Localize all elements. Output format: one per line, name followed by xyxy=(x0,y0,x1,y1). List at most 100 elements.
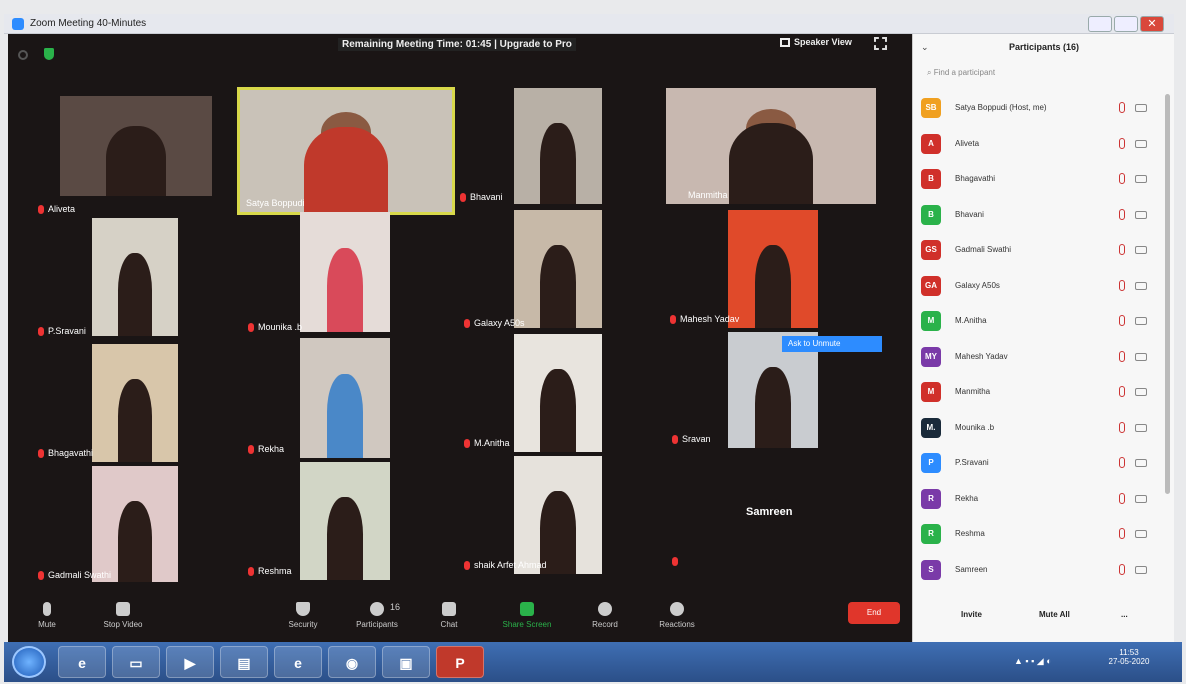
folder-icon[interactable]: ▭ xyxy=(112,646,160,678)
fullscreen-icon[interactable] xyxy=(874,37,887,50)
meeting-info-icon[interactable] xyxy=(18,50,28,60)
video-tile[interactable] xyxy=(300,212,390,332)
video-tile-active-speaker[interactable] xyxy=(237,87,455,215)
video-tile[interactable] xyxy=(60,96,212,196)
muted-mic-icon[interactable] xyxy=(1119,244,1125,255)
participants-button[interactable]: Participants xyxy=(342,598,412,629)
tile-name-no-video[interactable]: Samreen xyxy=(746,506,792,518)
ask-to-unmute-button[interactable]: Ask to Unmute xyxy=(782,336,882,352)
participant-row[interactable]: MY Mahesh Yadav xyxy=(913,343,1175,373)
video-tile[interactable] xyxy=(92,466,178,582)
muted-mic-icon[interactable] xyxy=(1119,350,1125,362)
video-off-icon[interactable] xyxy=(1135,281,1147,290)
muted-mic-icon[interactable] xyxy=(1119,137,1125,149)
remaining-time-banner[interactable]: Remaining Meeting Time: 01:45 | Upgrade … xyxy=(338,38,576,51)
video-off-icon[interactable] xyxy=(1135,565,1147,574)
video-tile[interactable] xyxy=(514,456,602,574)
video-tile[interactable] xyxy=(300,462,390,580)
muted-mic-icon xyxy=(460,193,466,203)
video-off-icon[interactable] xyxy=(1135,352,1147,361)
minimize-button[interactable] xyxy=(1088,16,1112,32)
mute-button[interactable]: Mute xyxy=(12,598,82,629)
zoom-taskbar-icon[interactable]: ▣ xyxy=(382,646,430,678)
muted-mic-icon[interactable] xyxy=(1119,208,1125,220)
participant-row[interactable]: B Bhagavathi xyxy=(913,165,1175,195)
record-button[interactable]: Record xyxy=(570,598,640,629)
muted-mic-icon[interactable] xyxy=(1119,563,1125,575)
participant-row[interactable]: M. Mounika .b xyxy=(913,414,1175,444)
participant-row[interactable]: R Rekha xyxy=(913,485,1175,515)
smiley-icon xyxy=(670,602,684,616)
share-screen-button[interactable]: Share Screen xyxy=(492,598,562,629)
internet-explorer-icon[interactable]: e xyxy=(58,646,106,678)
clock[interactable]: 11:53 27-05-2020 xyxy=(1104,648,1154,666)
muted-mic-icon[interactable] xyxy=(1119,173,1125,184)
scrollbar[interactable] xyxy=(1165,94,1170,494)
edge-icon[interactable]: e xyxy=(274,646,322,678)
video-tile[interactable] xyxy=(514,334,602,452)
video-off-icon[interactable] xyxy=(1135,530,1147,538)
muted-mic-icon[interactable] xyxy=(1119,386,1125,397)
participant-video xyxy=(105,126,167,196)
video-off-icon[interactable] xyxy=(1135,210,1147,219)
video-off-icon[interactable] xyxy=(1135,317,1147,325)
participant-row[interactable]: P P.Sravani xyxy=(913,449,1175,479)
video-off-icon[interactable] xyxy=(1135,494,1147,503)
participant-row[interactable]: R Reshma xyxy=(913,520,1175,550)
start-button[interactable] xyxy=(12,646,46,678)
participant-row[interactable]: GA Galaxy A50s xyxy=(913,272,1175,302)
tile-name-label: Bhagavathi xyxy=(38,448,93,459)
stop-video-button[interactable]: Stop Video xyxy=(88,598,158,629)
video-tile[interactable] xyxy=(514,88,602,204)
record-icon xyxy=(598,602,612,616)
muted-mic-icon[interactable] xyxy=(1119,102,1125,113)
maximize-button[interactable] xyxy=(1114,16,1138,32)
participant-row[interactable]: M M.Anitha xyxy=(913,307,1175,337)
chrome-icon[interactable]: ◉ xyxy=(328,646,376,678)
muted-mic-icon[interactable] xyxy=(1119,421,1125,433)
video-tile[interactable] xyxy=(300,338,390,458)
video-tile[interactable] xyxy=(92,344,178,462)
video-off-icon[interactable] xyxy=(1135,175,1147,183)
muted-mic-icon[interactable] xyxy=(1119,315,1125,326)
video-tile[interactable] xyxy=(666,88,876,204)
participant-row[interactable]: B Bhavani xyxy=(913,201,1175,231)
end-meeting-button[interactable]: End xyxy=(848,602,900,624)
avatar: A xyxy=(921,133,941,154)
title-bar: Zoom Meeting 40-Minutes ✕ xyxy=(4,14,1174,34)
muted-mic-icon[interactable] xyxy=(1119,492,1125,504)
video-off-icon[interactable] xyxy=(1135,139,1147,148)
video-off-icon[interactable] xyxy=(1135,459,1147,467)
participant-row[interactable]: SB Satya Boppudi (Host, me) xyxy=(913,94,1175,124)
video-off-icon[interactable] xyxy=(1135,104,1147,112)
video-off-icon[interactable] xyxy=(1135,388,1147,396)
video-tile[interactable] xyxy=(728,210,818,328)
muted-mic-icon[interactable] xyxy=(1119,528,1125,539)
video-tile[interactable] xyxy=(92,218,178,336)
file-explorer-icon[interactable]: ▤ xyxy=(220,646,268,678)
chat-button[interactable]: Chat xyxy=(414,598,484,629)
mute-all-button[interactable]: Mute All xyxy=(1039,610,1070,619)
muted-mic-icon[interactable] xyxy=(1119,279,1125,291)
chat-bubble-icon xyxy=(442,602,456,616)
video-off-icon[interactable] xyxy=(1135,423,1147,432)
participant-search-input[interactable]: ⌕ Find a participant xyxy=(927,68,995,78)
participant-row[interactable]: S Samreen xyxy=(913,556,1175,586)
system-tray-icons[interactable]: ▲ ▪ ▪ ◢ ◐ xyxy=(1014,656,1052,667)
invite-button[interactable]: Invite xyxy=(961,610,982,619)
security-button[interactable]: Security xyxy=(268,598,338,629)
participant-row[interactable]: M Manmitha xyxy=(913,378,1175,408)
media-player-icon[interactable]: ▶ xyxy=(166,646,214,678)
more-options-button[interactable]: ... xyxy=(1121,610,1128,619)
powerpoint-icon[interactable]: P xyxy=(436,646,484,678)
participant-row[interactable]: GS Gadmali Swathi xyxy=(913,236,1175,266)
reactions-button[interactable]: Reactions xyxy=(642,598,712,629)
muted-mic-icon[interactable] xyxy=(1119,457,1125,468)
speaker-view-button[interactable]: Speaker View xyxy=(780,37,852,48)
encryption-shield-icon[interactable] xyxy=(44,48,54,60)
video-off-icon[interactable] xyxy=(1135,246,1147,254)
avatar: B xyxy=(921,169,941,189)
video-tile[interactable] xyxy=(514,210,602,328)
close-button[interactable]: ✕ xyxy=(1140,16,1164,32)
participant-row[interactable]: A Aliveta xyxy=(913,130,1175,160)
